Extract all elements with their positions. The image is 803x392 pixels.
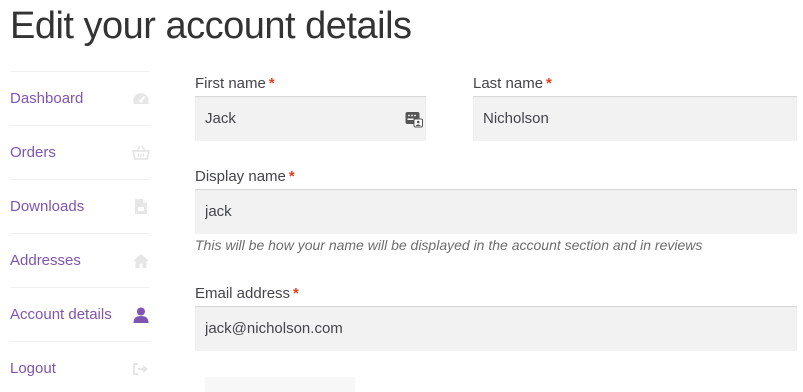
email-input[interactable] bbox=[195, 306, 797, 351]
nav-item-downloads[interactable]: Downloads bbox=[10, 180, 150, 234]
page-title: Edit your account details bbox=[10, 5, 412, 47]
nav-item-orders[interactable]: Orders bbox=[10, 126, 150, 180]
dashboard-icon bbox=[132, 90, 150, 108]
autofill-contact-icon[interactable] bbox=[405, 110, 423, 128]
email-label: Email address * bbox=[195, 285, 299, 302]
first-name-input[interactable] bbox=[195, 96, 426, 141]
nav-item-label: Account details bbox=[10, 306, 112, 323]
home-icon bbox=[132, 252, 150, 270]
display-name-hint: This will be how your name will be displ… bbox=[195, 237, 703, 253]
nav-item-label: Dashboard bbox=[10, 90, 84, 107]
user-icon bbox=[132, 306, 150, 324]
nav-item-label: Logout bbox=[10, 360, 56, 377]
logout-icon bbox=[132, 360, 150, 378]
last-name-label: Last name * bbox=[473, 75, 552, 92]
nav-item-logout[interactable]: Logout bbox=[10, 342, 150, 392]
required-marker: * bbox=[268, 75, 275, 92]
save-button[interactable] bbox=[205, 377, 355, 392]
display-name-input[interactable] bbox=[195, 189, 797, 234]
nav-item-label: Addresses bbox=[10, 252, 81, 269]
first-name-label: First name * bbox=[195, 75, 275, 92]
nav-item-account-details[interactable]: Account details bbox=[10, 288, 150, 342]
account-navigation: Dashboard Orders Downloads Addresses Acc… bbox=[10, 71, 150, 392]
basket-icon bbox=[132, 144, 150, 162]
nav-item-label: Downloads bbox=[10, 198, 85, 215]
last-name-input[interactable] bbox=[473, 96, 797, 141]
required-marker: * bbox=[546, 75, 552, 92]
file-icon bbox=[132, 198, 150, 216]
display-name-label: Display name * bbox=[195, 168, 295, 185]
nav-item-label: Orders bbox=[10, 144, 56, 161]
nav-item-dashboard[interactable]: Dashboard bbox=[10, 72, 150, 126]
nav-item-addresses[interactable]: Addresses bbox=[10, 234, 150, 288]
required-marker: * bbox=[288, 168, 295, 185]
required-marker: * bbox=[293, 285, 299, 302]
